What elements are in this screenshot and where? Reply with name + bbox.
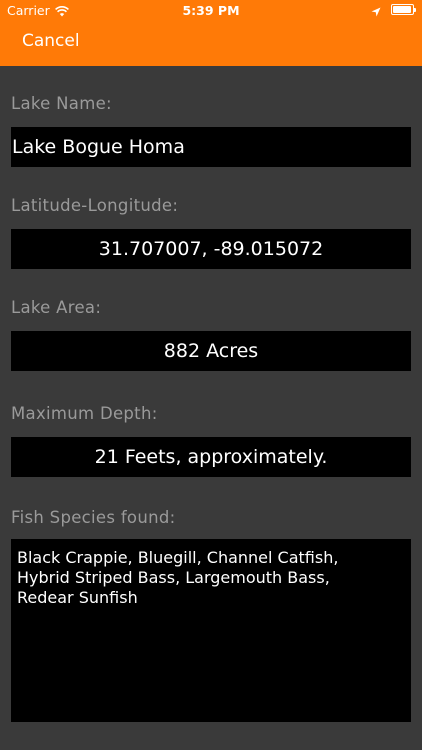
battery-fill — [393, 6, 411, 13]
fish-species-textarea[interactable]: Black Crappie, Bluegill, Channel Catfish… — [11, 539, 411, 722]
status-time: 5:39 PM — [182, 3, 240, 18]
lake-name-field[interactable]: Lake Bogue Homa — [11, 127, 411, 167]
max-depth-field[interactable]: 21 Feets, approximately. — [11, 437, 411, 477]
lake-name-label: Lake Name: — [11, 94, 112, 113]
cancel-button[interactable]: Cancel — [22, 31, 80, 51]
lat-long-field[interactable]: 31.707007, -89.015072 — [11, 229, 411, 269]
max-depth-label: Maximum Depth: — [11, 404, 158, 423]
lat-long-label: Latitude-Longitude: — [11, 196, 179, 215]
battery-icon — [391, 4, 416, 15]
navigation-bar: Carrier 5:39 PM Cancel — [0, 0, 422, 66]
lake-area-label: Lake Area: — [11, 298, 102, 317]
location-arrow-icon — [371, 5, 381, 16]
status-right-group — [371, 4, 416, 16]
fish-species-label: Fish Species found: — [11, 508, 176, 527]
status-bar: Carrier 5:39 PM — [0, 0, 422, 22]
screen: Carrier 5:39 PM Cancel Lake Name: Lake B… — [0, 0, 422, 750]
battery-cap — [414, 8, 416, 12]
lake-area-field[interactable]: 882 Acres — [11, 331, 411, 371]
